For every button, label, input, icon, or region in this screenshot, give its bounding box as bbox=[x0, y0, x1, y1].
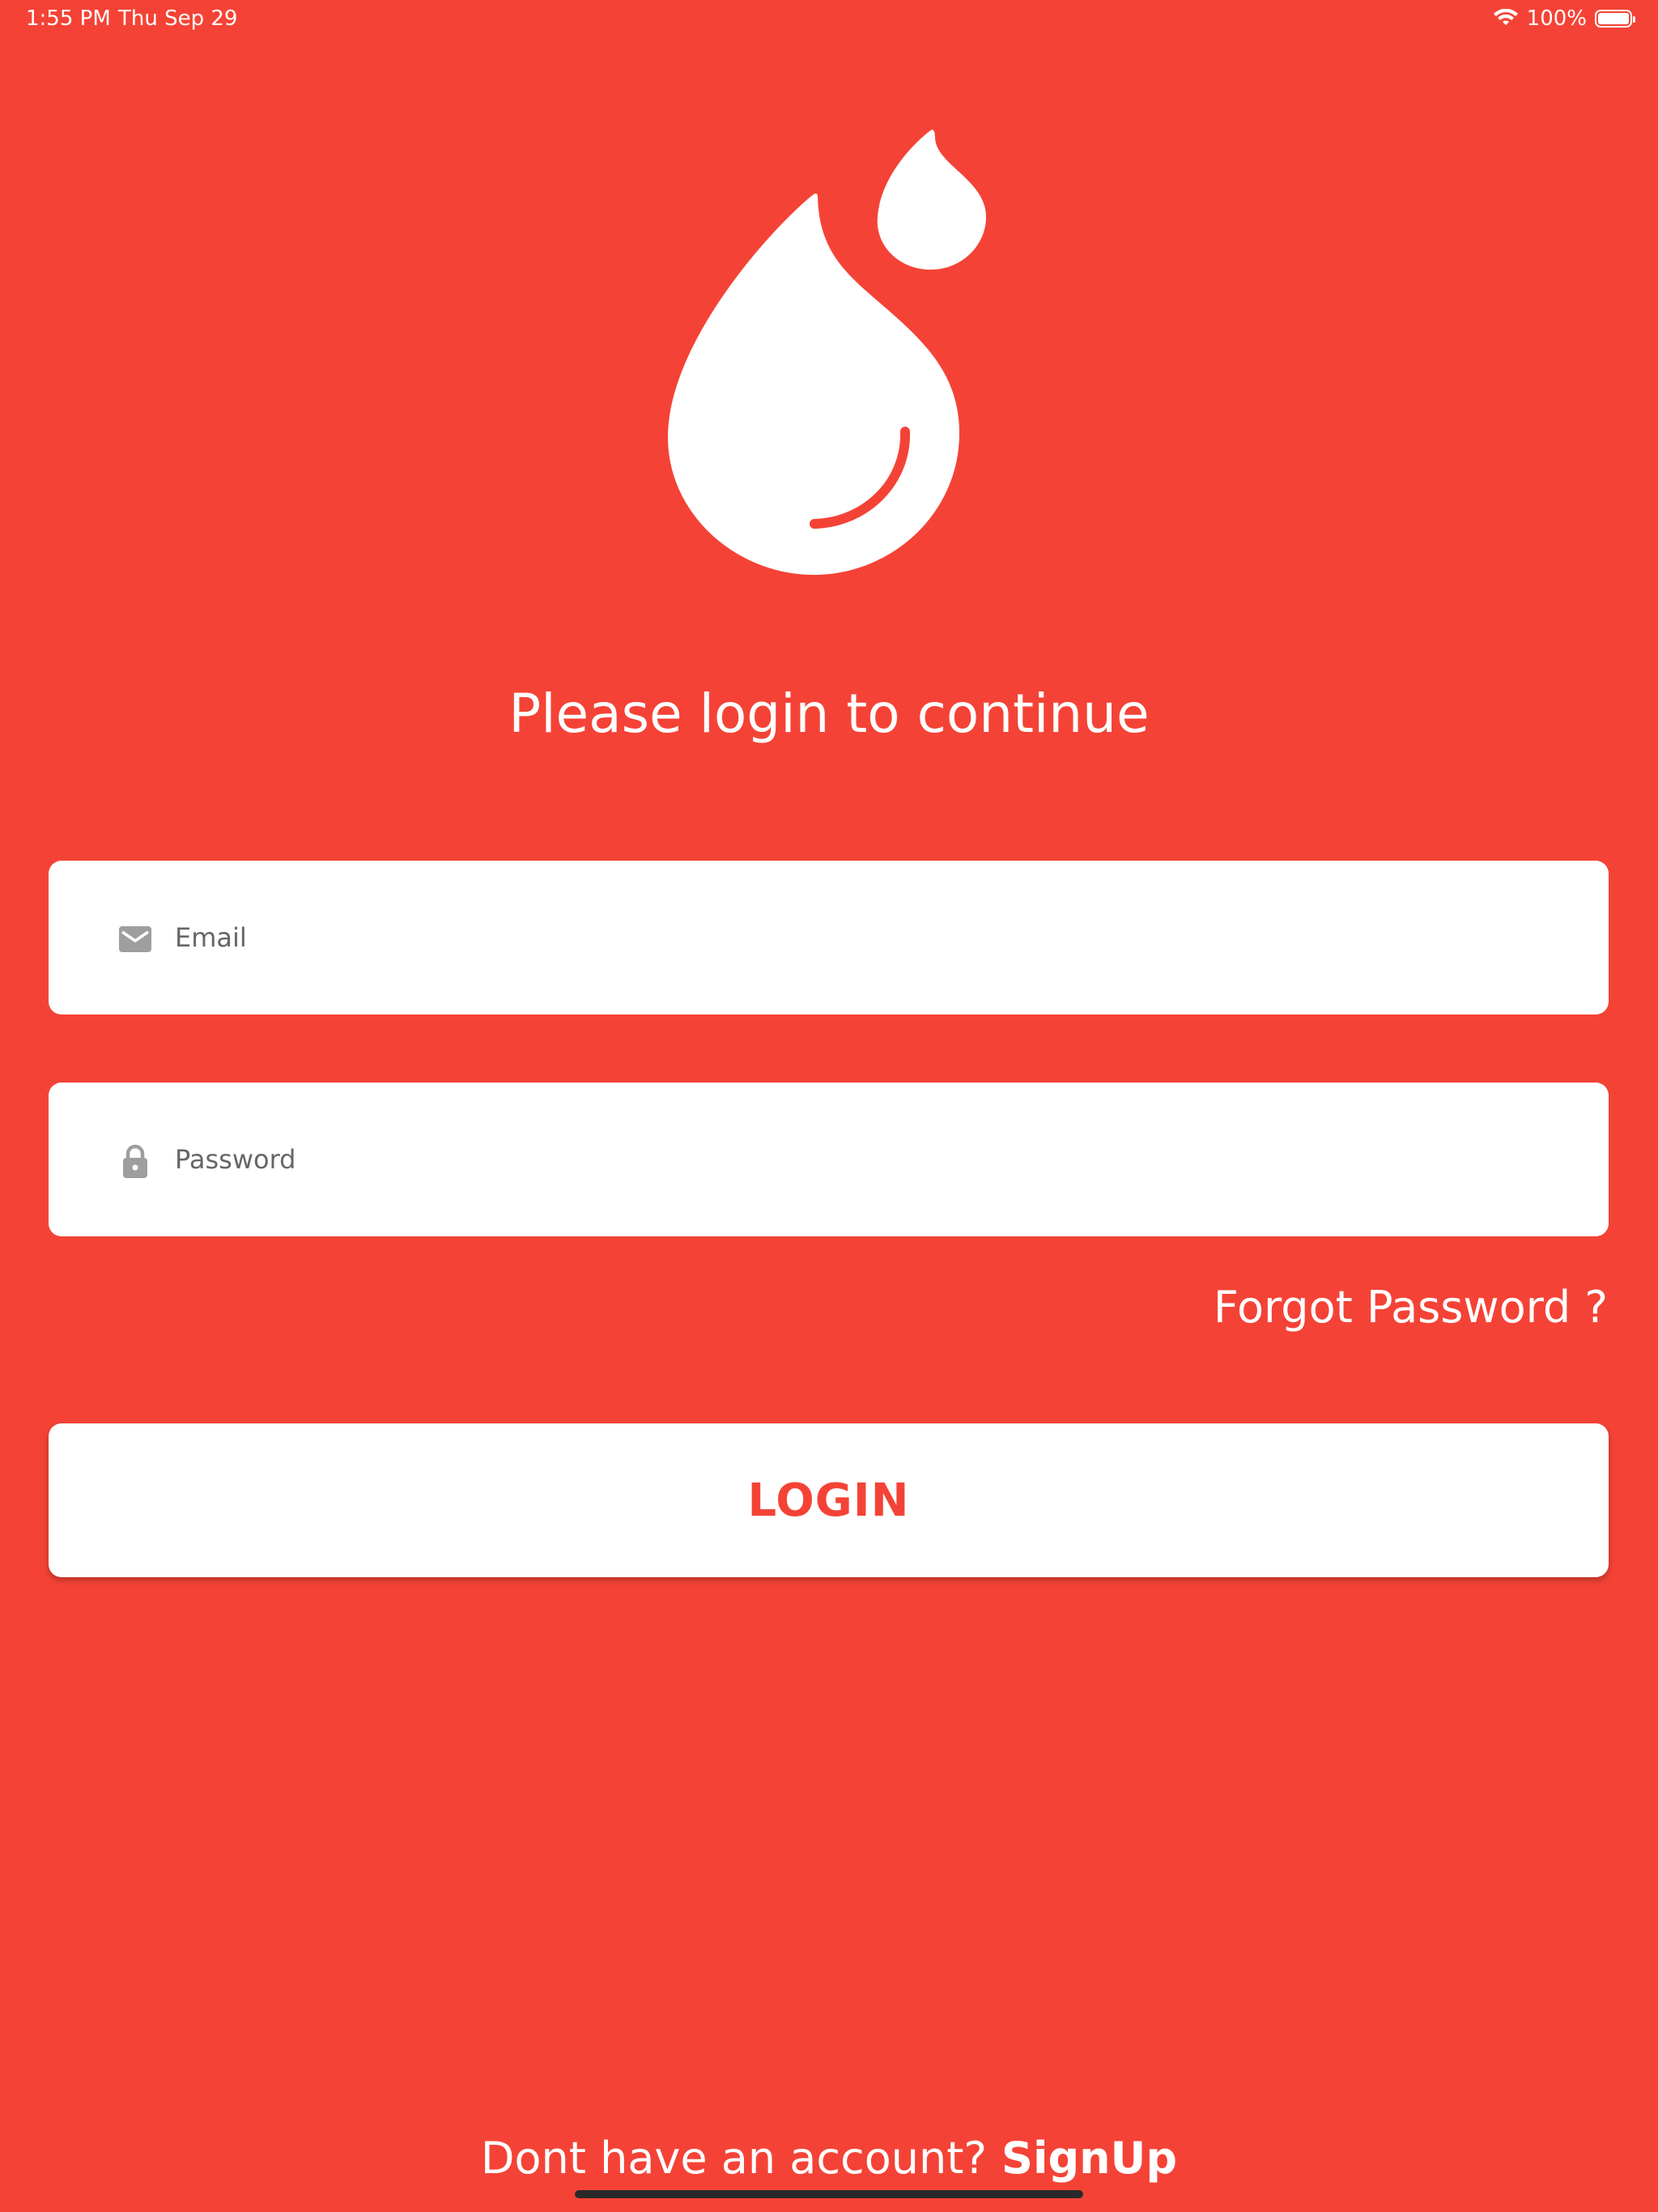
blood-drop-icon bbox=[668, 130, 986, 575]
page-title: Please login to continue bbox=[508, 683, 1150, 745]
status-time: 1:55 PM bbox=[26, 6, 111, 31]
wifi-icon bbox=[1493, 9, 1518, 25]
status-bar: 1:55 PM Thu Sep 29 100% bbox=[0, 0, 1658, 39]
email-input[interactable] bbox=[175, 861, 1551, 1015]
lock-icon bbox=[123, 1144, 147, 1178]
email-field[interactable] bbox=[49, 861, 1609, 1015]
status-indicators: 100% bbox=[1493, 5, 1635, 32]
battery-percent: 100% bbox=[1526, 6, 1587, 31]
signup-row: Dont have an account? SignUp bbox=[0, 2126, 1658, 2191]
forgot-password-link[interactable]: Forgot Password ? bbox=[1214, 1279, 1608, 1336]
battery-icon bbox=[1595, 10, 1635, 28]
signup-link[interactable]: SignUp bbox=[1001, 2133, 1177, 2184]
battery-level bbox=[1598, 13, 1629, 24]
status-date: Thu Sep 29 bbox=[118, 6, 238, 31]
password-input[interactable] bbox=[175, 1083, 1551, 1236]
password-field[interactable] bbox=[49, 1083, 1609, 1236]
login-button[interactable]: LOGIN bbox=[49, 1423, 1609, 1577]
home-indicator bbox=[575, 2190, 1083, 2198]
signup-prompt: Dont have an account? bbox=[480, 2133, 988, 2184]
mail-icon bbox=[119, 926, 151, 952]
